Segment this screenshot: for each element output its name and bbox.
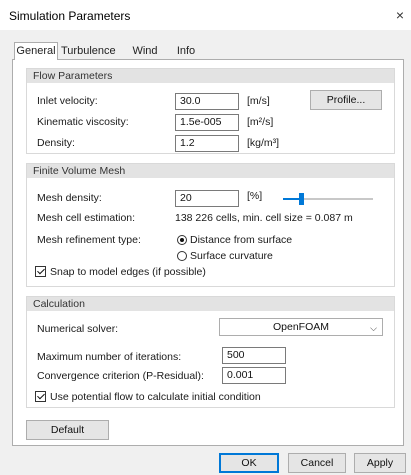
density-unit: [kg/m³] [247, 137, 280, 149]
max-iterations-label: Maximum number of iterations: [37, 351, 182, 363]
mesh-density-slider-thumb[interactable] [299, 193, 304, 205]
finite-volume-mesh-header: Finite Volume Mesh [27, 164, 394, 178]
inlet-velocity-input[interactable]: 30.0 [175, 93, 239, 110]
radio-surface-curvature-label[interactable]: Surface curvature [190, 250, 273, 262]
chevron-down-icon: ⌵ [370, 323, 377, 333]
inlet-velocity-label: Inlet velocity: [37, 95, 98, 107]
mesh-density-unit: [%] [247, 190, 263, 202]
mesh-cell-estimation-value: 138 226 cells, min. cell size = 0.087 m [175, 212, 353, 224]
tab-info[interactable]: Info [174, 42, 198, 59]
apply-button[interactable]: Apply [354, 453, 406, 473]
density-input[interactable]: 1.2 [175, 135, 239, 152]
kinematic-viscosity-unit: [m²/s] [247, 116, 274, 128]
tab-general[interactable]: General [14, 42, 58, 60]
close-icon[interactable]: × [391, 6, 409, 24]
snap-to-edges-checkbox[interactable] [35, 266, 46, 277]
default-button[interactable]: Default [26, 420, 109, 440]
tab-turbulence[interactable]: Turbulence [60, 42, 116, 59]
mesh-density-label: Mesh density: [37, 192, 102, 204]
snap-to-edges-label[interactable]: Snap to model edges (if possible) [50, 266, 206, 278]
calculation-header: Calculation [27, 297, 394, 311]
window-title: Simulation Parameters [9, 9, 131, 23]
numerical-solver-value: OpenFOAM [272, 321, 330, 333]
profile-button[interactable]: Profile... [310, 90, 382, 110]
max-iterations-input[interactable]: 500 [222, 347, 286, 364]
density-label: Density: [37, 137, 75, 149]
numerical-solver-label: Numerical solver: [37, 323, 119, 335]
convergence-criterion-input[interactable]: 0.001 [222, 367, 286, 384]
mesh-cell-estimation-label: Mesh cell estimation: [37, 212, 136, 224]
radio-distance-from-surface-label[interactable]: Distance from surface [190, 234, 292, 246]
radio-distance-from-surface[interactable] [177, 235, 187, 245]
mesh-refinement-label: Mesh refinement type: [37, 234, 141, 246]
title-bar: Simulation Parameters × [0, 0, 411, 30]
potential-flow-label[interactable]: Use potential flow to calculate initial … [50, 391, 261, 403]
radio-surface-curvature[interactable] [177, 251, 187, 261]
flow-parameters-header: Flow Parameters [27, 69, 394, 83]
mesh-density-input[interactable]: 20 [175, 190, 239, 207]
ok-button[interactable]: OK [219, 453, 279, 473]
potential-flow-checkbox[interactable] [35, 391, 46, 402]
inlet-velocity-unit: [m/s] [247, 95, 270, 107]
kinematic-viscosity-label: Kinematic viscosity: [37, 116, 129, 128]
tab-wind-profile[interactable]: Wind Profile [116, 42, 174, 73]
kinematic-viscosity-input[interactable]: 1.5e-005 [175, 114, 239, 131]
cancel-button[interactable]: Cancel [288, 453, 346, 473]
numerical-solver-select[interactable]: OpenFOAM ⌵ [219, 318, 383, 336]
convergence-criterion-label: Convergence criterion (P-Residual): [37, 370, 204, 382]
